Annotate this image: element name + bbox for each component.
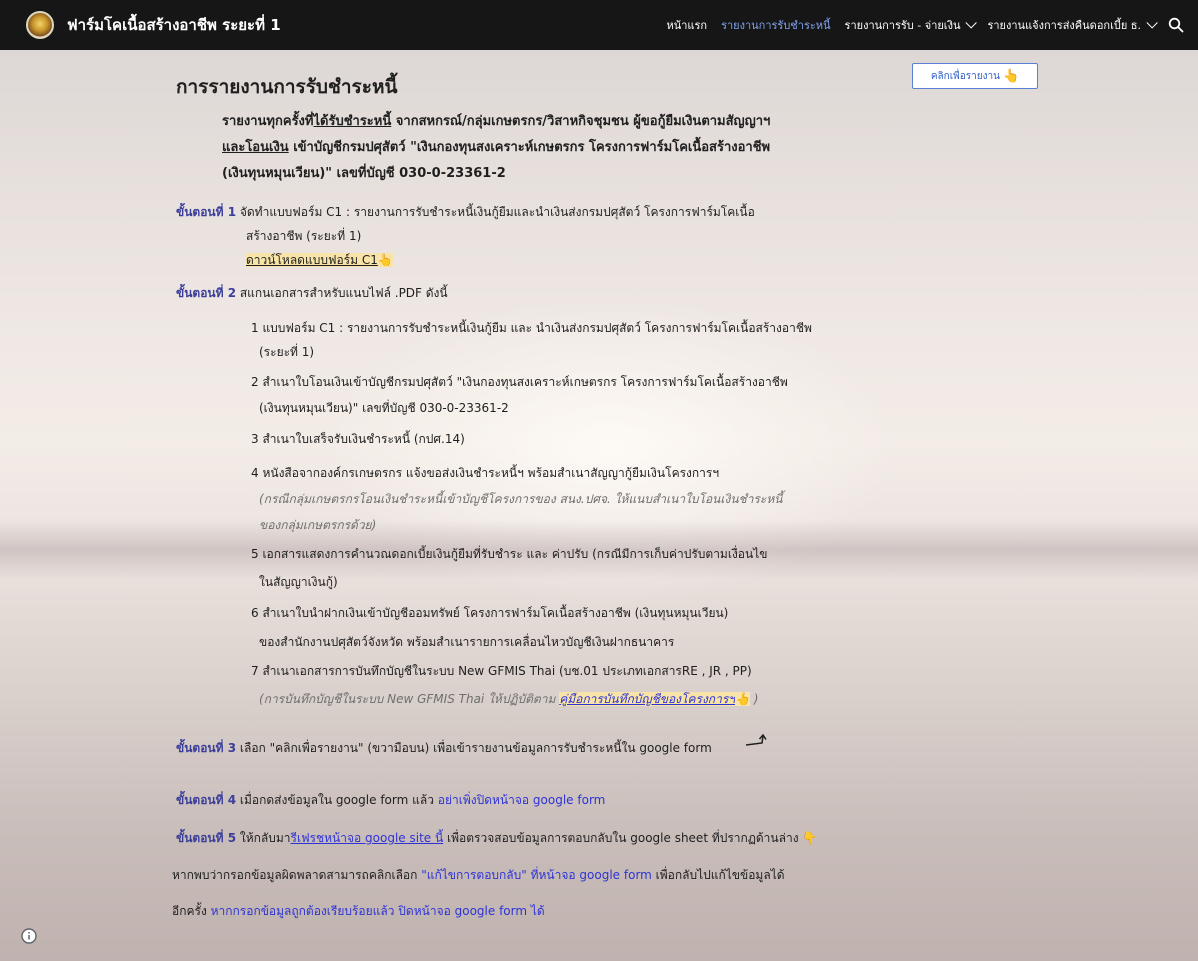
info-icon[interactable] <box>21 928 37 944</box>
step-5-label: ขั้นตอนที่ 5 <box>176 831 237 845</box>
page-title: การรายงานการรับชำระหนี้ <box>176 76 398 98</box>
step-4-label: ขั้นตอนที่ 4 <box>176 793 237 807</box>
step-2-label: ขั้นตอนที่ 2 <box>176 286 237 300</box>
step-4-text: เมื่อกดส่งข้อมูลใน google form แล้ว <box>236 793 438 807</box>
pointing-hand-icon: 👆 <box>377 253 393 267</box>
list-item-note: (กรณีกลุ่มเกษตรกรโอนเงินชำระหนี้เข้าบัญช… <box>259 492 783 506</box>
step-1-text: จัดทำแบบฟอร์ม C1 : รายงานการรับชำระหนี้เ… <box>236 205 755 219</box>
edit-note-text-2: เพื่อกลับไปแก้ไขข้อมูลได้ <box>651 868 785 882</box>
step-3: ขั้นตอนที่ 3 เลือก "คลิกเพื่อรายงาน" (ขว… <box>176 739 712 758</box>
intro-text: เข้าบัญชีกรมปศุสัตว์ "เงินกองทุนสงเคราะห… <box>288 140 771 155</box>
list-item: 6 สำเนาใบนำฝากเงินเข้าบัญชีออมทรัพย์ โคร… <box>251 606 729 620</box>
step-5: ขั้นตอนที่ 5 ให้กลับมารีเฟรชหน้าจอ googl… <box>176 829 817 848</box>
list-item-note: ของกลุ่มเกษตรกรด้วย) <box>259 518 377 532</box>
step-3-label: ขั้นตอนที่ 3 <box>176 741 237 755</box>
step-4: ขั้นตอนที่ 4 เมื่อกดส่งข้อมูลใน google f… <box>176 791 605 810</box>
edit-response-instruction: "แก้ไขการตอบกลับ" ที่หน้าจอ google form <box>421 868 652 882</box>
list-item: (ระยะที่ 1) <box>259 345 315 359</box>
arrow-up-right-icon <box>745 733 767 746</box>
intro-line-1: รายงานทุกครั้งที่ได้รับชำระหนี้ จากสหกรณ… <box>222 110 770 131</box>
close-note-text: อีกครั้ง <box>172 904 211 918</box>
intro-underlined-text: และโอนเงิน <box>222 140 289 155</box>
intro-text: รายงานทุกครั้งที่ <box>222 114 314 129</box>
list-item-note: (การบันทึกบัญชีในระบบ New GFMIS Thai ให้… <box>259 690 758 709</box>
download-form-c1[interactable]: ดาวน์โหลดแบบฟอร์ม C1👆 <box>246 251 393 270</box>
step-1: ขั้นตอนที่ 1 จัดทำแบบฟอร์ม C1 : รายงานกา… <box>176 203 755 222</box>
list-item: (เงินทุนหมุนเวียน)" เลขที่บัญชี 030-0-23… <box>259 401 509 415</box>
gfmis-note-close: ) <box>749 692 759 706</box>
pointing-hand-icon: 👆 <box>735 692 750 706</box>
edit-note-text: หากพบว่ากรอกข้อมูลผิดพลาดสามารถคลิกเลือก <box>172 868 422 882</box>
close-form-instruction: หากกรอกข้อมูลถูกต้องเรียบร้อยแล้ว ปิดหน้… <box>210 904 545 918</box>
download-form-c1-link[interactable]: ดาวน์โหลดแบบฟอร์ม C1 <box>246 253 378 267</box>
intro-line-2: และโอนเงิน เข้าบัญชีกรมปศุสัตว์ "เงินกอง… <box>222 136 770 157</box>
step-5-text: ให้กลับมา <box>236 831 291 845</box>
step-2-text: สแกนเอกสารสำหรับแนบไฟล์ .PDF ดังนี้ <box>236 286 448 300</box>
step-5-text-2: เพื่อตรวจสอบข้อมูลการตอบกลับใน google sh… <box>443 831 799 845</box>
list-item: ของสำนักงานปศุสัตว์จังหวัด พร้อมสำเนาราย… <box>259 635 675 649</box>
step-1-text-2: สร้างอาชีพ (ระยะที่ 1) <box>246 229 362 243</box>
step-4-warning: อย่าเพิ่งปิดหน้าจอ google form <box>437 793 606 807</box>
edit-response-note: หากพบว่ากรอกข้อมูลผิดพลาดสามารถคลิกเลือก… <box>172 866 785 885</box>
main-content: การรายงานการรับชำระหนี้ รายงานทุกครั้งที… <box>0 0 1198 961</box>
list-item: 4 หนังสือจากองค์กรเกษตรกร แจ้งขอส่งเงินช… <box>251 466 720 480</box>
list-item: ในสัญญาเงินกู้) <box>259 575 338 589</box>
list-item: 1 แบบฟอร์ม C1 : รายงานการรับชำระหนี้เงิน… <box>251 321 812 335</box>
refresh-site-link[interactable]: รีเฟรชหน้าจอ google site นี้ <box>291 831 444 845</box>
step-2: ขั้นตอนที่ 2 สแกนเอกสารสำหรับแนบไฟล์ .PD… <box>176 284 448 303</box>
intro-text: จากสหกรณ์/กลุ่มเกษตรกร/วิสาหกิจชุมชน ผู้… <box>391 114 771 129</box>
list-item: 3 สำเนาใบเสร็จรับเงินชำระหนี้ (กปศ.14) <box>251 432 465 446</box>
intro-underlined-text: ได้รับชำระหนี้ <box>313 114 392 129</box>
intro-line-3: (เงินทุนหมุนเวียน)" เลขที่บัญชี 030-0-23… <box>222 166 506 181</box>
list-item: 5 เอกสารแสดงการคำนวณดอกเบี้ยเงินกู้ยืมที… <box>251 547 768 561</box>
list-item: 2 สำเนาใบโอนเงินเข้าบัญชีกรมปศุสัตว์ "เง… <box>251 375 788 389</box>
step-3-text: เลือก "คลิกเพื่อรายงาน" (ขวามือบน) เพื่อ… <box>236 741 712 755</box>
close-form-note: อีกครั้ง หากกรอกข้อมูลถูกต้องเรียบร้อยแล… <box>172 902 545 921</box>
step-1-label: ขั้นตอนที่ 1 <box>176 205 237 219</box>
gfmis-note-text: (การบันทึกบัญชีในระบบ New GFMIS Thai ให้… <box>259 692 560 706</box>
pointing-down-icon: 👇 <box>798 831 818 845</box>
accounting-manual-link[interactable]: คู่มือการบันทึกบัญชีของโครงการฯ <box>559 692 735 706</box>
list-item: 7 สำเนาเอกสารการบันทึกบัญชีในระบบ New GF… <box>251 664 752 678</box>
